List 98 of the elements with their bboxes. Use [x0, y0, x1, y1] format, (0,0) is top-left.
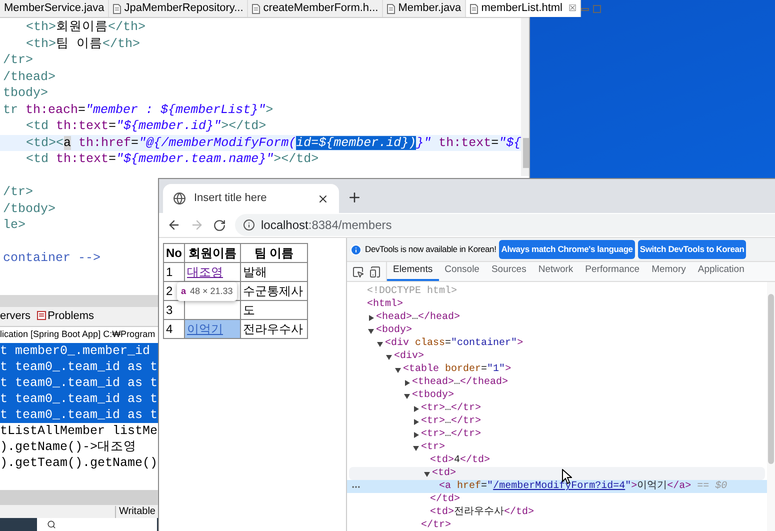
dom-node-text: <!DOCTYPE html>	[367, 285, 458, 298]
dom-node-text: <tr>	[421, 441, 446, 454]
expanded-arrow-icon[interactable]	[377, 340, 383, 346]
device-toolbar-icon[interactable]	[369, 266, 381, 278]
console-line: t team0_.team_id as t	[0, 407, 158, 423]
expanded-arrow-icon[interactable]	[368, 328, 374, 334]
address-bar[interactable]: localhost:8384/members	[235, 214, 775, 236]
console-line: t team0_.team_id as t	[0, 391, 158, 407]
dom-node-text: <td>	[432, 467, 456, 480]
table-cell: 수군통제사	[240, 282, 308, 300]
file-icon	[252, 4, 260, 14]
devtools-tab[interactable]: Network	[532, 262, 580, 281]
view-tab[interactable]: Problems	[36, 308, 94, 326]
console-line: ).getName()->대조영	[0, 439, 137, 455]
devtools-notice: DevTools is now available in Korean!	[365, 243, 496, 256]
dom-closing-tag: </tr>	[421, 519, 452, 531]
dom-node-text: <tr>…</tr>	[421, 428, 482, 441]
devtools-tab[interactable]: Performance	[579, 262, 646, 281]
notice-button[interactable]: Switch DevTools to Korean	[638, 240, 746, 259]
table-cell: 발해	[240, 262, 308, 282]
dom-node-text: <td>전라우수사</td>	[430, 506, 534, 519]
code-line: <td><a th:href="@{/memberModifyForm(id=${member.id})}" th:text="${	[26, 134, 522, 151]
dom-node-text: <thead>…</thead>	[412, 376, 508, 389]
code-line: /tbody>	[3, 200, 56, 217]
start-button[interactable]	[0, 518, 37, 531]
notice-button[interactable]: Always match Chrome's language	[499, 240, 635, 259]
dom-node-text: <div class="container">	[385, 337, 524, 350]
console-line: ).getTeam().getName()	[0, 455, 158, 471]
reload-icon[interactable]	[213, 218, 226, 232]
table-cell: 도	[240, 300, 308, 320]
site-info-icon[interactable]	[243, 219, 255, 231]
dom-node-text: <head>…</head>	[376, 311, 460, 324]
dom-node-text: <div>	[394, 350, 424, 363]
devtools-tab[interactable]: Sources	[485, 262, 532, 281]
taskbar-search-field[interactable]	[37, 518, 157, 531]
dom-node-text: <tbody>	[412, 389, 454, 402]
console-line: tListAllMember listMe	[0, 423, 158, 439]
expanded-arrow-icon[interactable]	[424, 470, 430, 476]
collapsed-arrow-icon[interactable]	[413, 418, 419, 424]
inspect-icon[interactable]	[352, 266, 364, 278]
code-line: /tr>	[3, 52, 34, 68]
console-line: t team0_.team_id as t	[0, 359, 158, 375]
collapsed-arrow-icon[interactable]	[413, 432, 419, 438]
file-icon	[387, 4, 396, 14]
code-line: /thead>	[3, 68, 56, 85]
code-line: /tr>	[3, 184, 34, 200]
table-header: 팀 이름	[240, 244, 308, 262]
table-cell: 전라우수사	[240, 320, 308, 338]
file-icon	[470, 4, 478, 14]
search-icon	[47, 520, 56, 529]
dom-node-text: <a href="/memberModifyForm?id=4">이억기</a> == $0	[439, 480, 728, 493]
new-tab-icon[interactable]	[347, 190, 362, 205]
scrollbar[interactable]	[521, 18, 529, 176]
dom-node-text: <body>	[376, 324, 412, 337]
code-line: tr th:each="member : ${memberList}">	[3, 102, 274, 118]
collapsed-arrow-icon[interactable]	[368, 314, 374, 320]
code-line: le>	[3, 217, 26, 234]
editor-tab[interactable]: memberList.html ☒	[466, 0, 582, 17]
back-icon[interactable]	[167, 218, 181, 232]
devtools-tab[interactable]: Application	[692, 262, 750, 281]
problems-icon	[36, 311, 46, 320]
table-header: No	[164, 244, 184, 262]
console-title: lication [Spring Boot App] C:₩Program	[0, 328, 156, 342]
dom-node-text: <tr>…</tr>	[421, 402, 482, 415]
console-line: t member0_.member_id	[0, 343, 150, 359]
devtools-tab[interactable]: Memory	[646, 262, 692, 281]
close-tab-button[interactable]: ☒	[568, 2, 576, 16]
devtools-tab[interactable]: Elements	[387, 262, 439, 281]
browser-tab[interactable]: Insert title here	[163, 184, 339, 213]
collapsed-arrow-icon[interactable]	[413, 406, 419, 412]
console-scrollbar[interactable]	[0, 490, 157, 505]
dom-node-row[interactable]: <td>	[349, 467, 765, 480]
collapsed-arrow-icon[interactable]	[404, 380, 410, 386]
code-line: <td th:text="${member.id}"></td>	[26, 118, 266, 134]
code-line: <th>팀 이름</th>	[26, 36, 140, 52]
devtools-tab[interactable]: Console	[438, 262, 486, 281]
console-line: t team0_.team_id as t	[0, 375, 158, 391]
expanded-arrow-icon[interactable]	[404, 392, 410, 398]
expanded-arrow-icon[interactable]	[395, 366, 401, 372]
code-line: tbody>	[3, 85, 48, 102]
file-icon	[113, 4, 122, 14]
info-icon	[350, 244, 362, 256]
element-size-tooltip: a 48 × 21.33	[177, 282, 237, 301]
scrollbar[interactable]	[767, 282, 775, 531]
code-line: <td th:text="${member.team.name}"></td>	[26, 151, 319, 168]
close-icon[interactable]	[317, 192, 329, 204]
globe-icon	[173, 192, 186, 205]
code-line: container -->	[3, 250, 101, 266]
dom-node-text: <td>4</td>	[430, 454, 490, 467]
expanded-arrow-icon[interactable]	[386, 354, 392, 360]
view-tab[interactable]: ervers	[0, 308, 31, 326]
dom-node-text: <table border="1">	[403, 363, 512, 376]
dom-node-text: <html>	[367, 298, 404, 311]
expanded-arrow-icon[interactable]	[413, 444, 419, 450]
code-line: <th>회원이름</th>	[26, 19, 146, 36]
dom-node-row[interactable]: <a href="/memberModifyForm?id=4">이억기</a> == $0	[347, 480, 767, 493]
dom-closing-tag: </td>	[430, 493, 460, 506]
dom-node-text: <tr>…</tr>	[421, 415, 482, 428]
